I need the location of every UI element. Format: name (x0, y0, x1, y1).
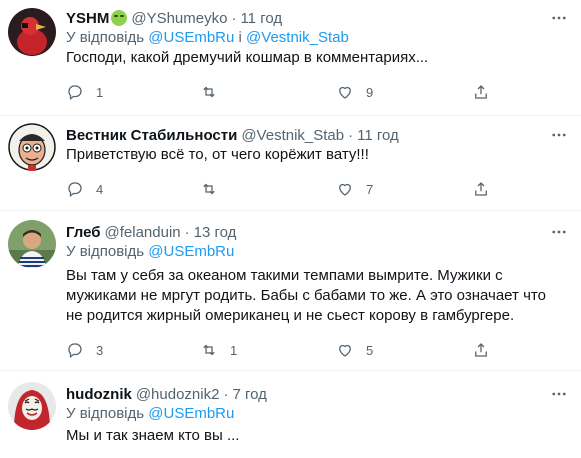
tweet-header: Вестник Стабильности @Vestnik_Stab · 11 … (66, 125, 569, 145)
share-icon (475, 182, 487, 196)
tweet-text: Вы там у себя за океаном такими темпами … (66, 267, 546, 324)
reply-prefix: У відповідь (66, 243, 145, 260)
avatar[interactable] (8, 382, 56, 430)
reply-count: 3 (96, 342, 104, 358)
tweet-header: Глеб @felanduin · 13 год (66, 222, 569, 242)
reply-prefix: У відповідь (66, 405, 145, 422)
reply-button[interactable]: 4 (66, 179, 103, 199)
avatar-image (8, 8, 56, 56)
separator-dot: · (223, 385, 229, 403)
reply-context: У відповідь @USEmbRu (66, 242, 569, 262)
timestamp[interactable]: 13 год (194, 224, 237, 241)
tweet[interactable]: Глеб @felanduin · 13 год У відповідь @US… (0, 210, 581, 371)
tweet-text: Приветствую всё то, от чего корёжит вату… (66, 146, 369, 163)
mention-link[interactable]: @USEmbRu (148, 405, 234, 422)
share-button[interactable] (472, 179, 490, 199)
tweet[interactable]: hudoznik @hudoznik2 · 7 год У відповідь … (0, 370, 581, 458)
retweet-icon (203, 344, 215, 356)
like-icon (339, 344, 351, 357)
tweet[interactable]: YSHM @YShumeyko · 11 год У відповідь @US… (0, 0, 581, 116)
separator-dot: · (231, 9, 237, 27)
like-icon (339, 86, 351, 99)
user-handle[interactable]: @Vestnik_Stab (241, 127, 344, 144)
display-name[interactable]: YSHM (66, 10, 109, 27)
mention-link[interactable]: @USEmbRu (148, 243, 234, 260)
separator-dot: · (348, 126, 354, 144)
timestamp[interactable]: 11 год (357, 127, 399, 144)
display-name[interactable]: Вестник Стабильности (66, 127, 237, 144)
display-name[interactable]: Глеб (66, 224, 101, 241)
user-handle[interactable]: @felanduin (105, 224, 181, 241)
share-icon (475, 343, 487, 357)
more-icon[interactable] (549, 8, 569, 28)
avatar[interactable] (8, 220, 56, 268)
reply-prefix: У відповідь (66, 29, 145, 46)
like-icon (339, 183, 351, 196)
share-button[interactable] (472, 82, 490, 102)
more-icon[interactable] (549, 222, 569, 242)
separator-dot: · (184, 223, 190, 241)
tweet-text: Господи, какой дремучий кошмар в коммент… (66, 49, 429, 66)
tweet-actions: 4 7 (66, 179, 506, 199)
avatar-image (8, 123, 56, 171)
more-icon[interactable] (549, 384, 569, 404)
mention-link[interactable]: @USEmbRu (148, 29, 234, 46)
reply-joiner: і (238, 29, 242, 46)
more-icon[interactable] (549, 125, 569, 145)
user-handle[interactable]: @YShumeyko (131, 10, 227, 27)
retweet-count: 1 (230, 342, 238, 358)
retweet-button[interactable] (200, 82, 230, 102)
retweet-icon (203, 183, 215, 195)
share-button[interactable] (472, 340, 490, 360)
mention-link[interactable]: @Vestnik_Stab (246, 29, 349, 46)
tweet-actions: 3 1 5 (66, 340, 506, 360)
like-count: 9 (366, 84, 374, 100)
reply-count: 4 (96, 181, 104, 197)
user-handle[interactable]: @hudoznik2 (136, 386, 220, 403)
retweet-icon (203, 86, 215, 98)
reply-context: У відповідь @USEmbRu і @Vestnik_Stab (66, 28, 569, 48)
avatar-image (8, 382, 56, 430)
reply-icon (68, 182, 82, 198)
retweet-button[interactable]: 1 (200, 340, 237, 360)
display-name[interactable]: hudoznik (66, 386, 132, 403)
timestamp[interactable]: 7 год (232, 386, 266, 403)
like-button[interactable]: 5 (336, 340, 373, 360)
like-count: 7 (366, 181, 374, 197)
share-icon (475, 85, 487, 99)
tweet[interactable]: Вестник Стабильности @Vestnik_Stab · 11 … (0, 115, 581, 211)
reply-button[interactable]: 3 (66, 340, 103, 360)
reply-icon (68, 85, 82, 101)
nauseated-face-icon (111, 10, 128, 26)
tweet-text: Мы и так знаем кто вы ... (66, 427, 240, 444)
tweet-header: YSHM @YShumeyko · 11 год (66, 8, 569, 28)
reply-button[interactable]: 1 (66, 82, 103, 102)
like-button[interactable]: 9 (336, 82, 373, 102)
tweet-header: hudoznik @hudoznik2 · 7 год (66, 384, 569, 404)
avatar[interactable] (8, 8, 56, 56)
reply-context: У відповідь @USEmbRu (66, 404, 569, 424)
retweet-button[interactable] (200, 179, 230, 199)
reply-count: 1 (96, 84, 104, 100)
like-count: 5 (366, 342, 374, 358)
avatar-image (8, 220, 56, 268)
reply-icon (68, 343, 82, 359)
tweet-actions: 1 9 (66, 82, 506, 102)
timestamp[interactable]: 11 год (240, 10, 282, 27)
like-button[interactable]: 7 (336, 179, 373, 199)
avatar[interactable] (8, 123, 56, 171)
